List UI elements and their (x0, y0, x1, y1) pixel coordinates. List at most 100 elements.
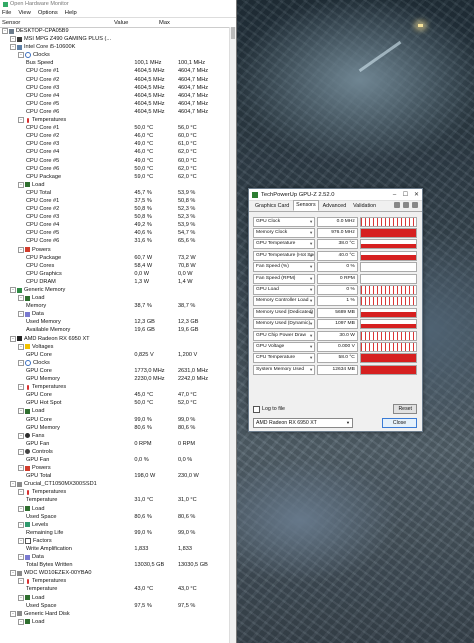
sensor-row[interactable]: GPU Core 1773,0 MHz 2631,0 MHz (0, 367, 236, 375)
sensor-row[interactable]: CPU Core #4 4604,5 MHz 4604,7 MHz (0, 92, 236, 100)
collapse-toggle-icon[interactable]: − (18, 578, 24, 585)
sensor-row[interactable]: GPU Hot Spot 50,0 °C 52,0 °C (0, 399, 236, 407)
tree-node-row[interactable]: − Load (0, 181, 236, 189)
tree-node-row[interactable]: − Load (0, 294, 236, 302)
collapse-toggle-icon[interactable]: − (18, 384, 24, 391)
collapse-toggle-icon[interactable]: − (18, 594, 24, 601)
tree-node-row[interactable]: − Load (0, 407, 236, 415)
sensor-row[interactable]: GPU Core 99,0 % 99,0 % (0, 416, 236, 424)
gpuz-sensor-name-select[interactable]: Memory Used (Dedicated) ▼ (253, 307, 316, 318)
sensor-tree[interactable]: − DESKTOP-CPA05B9− MSI MPG Z490 GAMING PLU… (0, 27, 236, 626)
sensor-row[interactable]: Bus Speed 100,1 MHz 100,1 MHz (0, 59, 236, 67)
sensor-row[interactable]: CPU Core #5 4604,5 MHz 4604,7 MHz (0, 100, 236, 108)
tree-node-row[interactable]: − Temperatures (0, 116, 236, 124)
gpuz-sensor-name-select[interactable]: Memory Clock ▼ (253, 228, 316, 239)
sensor-row[interactable]: CPU Core #2 4604,5 MHz 4604,7 MHz (0, 76, 236, 84)
open-hardware-monitor-window[interactable]: Open Hardware Monitor File View Options … (0, 0, 237, 643)
sensor-row[interactable]: CPU Core #5 49,0 °C 60,0 °C (0, 157, 236, 165)
tree-node-row[interactable]: − Intel Core i5-10600K (0, 43, 236, 51)
sensor-row[interactable]: Remaining Life 99,0 % 99,0 % (0, 529, 236, 537)
collapse-toggle-icon[interactable]: − (18, 521, 24, 528)
column-header-sensor[interactable]: Sensor (0, 20, 114, 26)
collapse-toggle-icon[interactable]: − (18, 246, 24, 253)
column-header-value[interactable]: Value (114, 20, 159, 26)
sensor-row[interactable]: GPU Core 0,825 V 1,200 V (0, 351, 236, 359)
sensor-row[interactable]: Memory 38,7 % 38,7 % (0, 302, 236, 310)
sensor-row[interactable]: Used Memory 12,3 GB 12,3 GB (0, 318, 236, 326)
sensor-row[interactable]: CPU Core #5 40,6 % 54,7 % (0, 229, 236, 237)
tree-node-row[interactable]: − Clocks (0, 51, 236, 59)
sensor-row[interactable]: CPU Total 45,7 % 53,9 % (0, 189, 236, 197)
collapse-toggle-icon[interactable]: − (18, 408, 24, 415)
sensor-row[interactable]: GPU Fan 0,0 % 0,0 % (0, 456, 236, 464)
tree-node-row[interactable]: − Temperatures (0, 488, 236, 496)
ohm-scrollbar[interactable] (229, 27, 236, 643)
sensor-row[interactable]: Write Amplification 1,833 1,833 (0, 545, 236, 553)
collapse-toggle-icon[interactable]: − (18, 505, 24, 512)
refresh-icon[interactable] (403, 202, 409, 208)
maximize-icon[interactable]: ☐ (400, 191, 411, 198)
sensor-row[interactable]: CPU Core #3 50,8 % 52,3 % (0, 213, 236, 221)
sensor-row[interactable]: CPU Core #4 49,2 % 53,9 % (0, 221, 236, 229)
sensor-row[interactable]: CPU Core #4 46,0 °C 62,0 °C (0, 148, 236, 156)
gpuz-sensor-name-select[interactable]: Memory Controller Load ▼ (253, 296, 316, 307)
tree-node-row[interactable]: − Generic Memory (0, 286, 236, 294)
sensor-row[interactable]: Total Bytes Written 13030,5 GB 13030,5 GB (0, 561, 236, 569)
collapse-toggle-icon[interactable]: − (18, 554, 24, 561)
gpuz-sensor-name-select[interactable]: Fan Speed (%) ▼ (253, 262, 316, 273)
sensor-row[interactable]: CPU Package 59,0 °C 62,0 °C (0, 173, 236, 181)
collapse-toggle-icon[interactable]: − (18, 489, 24, 496)
collapse-toggle-icon[interactable]: − (18, 52, 24, 59)
sensor-row[interactable]: Temperature 43,0 °C 43,0 °C (0, 585, 236, 593)
tree-node-row[interactable]: − Data (0, 310, 236, 318)
sensor-row[interactable]: GPU Core 45,0 °C 47,0 °C (0, 391, 236, 399)
menu-help[interactable]: Help (65, 10, 77, 16)
collapse-toggle-icon[interactable]: − (10, 44, 16, 51)
tree-node-row[interactable]: − Clocks (0, 359, 236, 367)
tree-node-row[interactable]: − Voltages (0, 343, 236, 351)
menu-icon[interactable] (412, 202, 418, 208)
sensor-row[interactable]: CPU Core #6 31,6 % 65,6 % (0, 237, 236, 245)
sensor-row[interactable]: GPU Memory 2230,0 MHz 2242,0 MHz (0, 375, 236, 383)
sensor-row[interactable]: CPU Core #2 46,0 °C 60,0 °C (0, 132, 236, 140)
gpuz-sensor-name-select[interactable]: GPU Clock ▼ (253, 216, 316, 227)
sensor-row[interactable]: CPU Graphics 0,0 W 0,0 W (0, 270, 236, 278)
sensor-row[interactable]: GPU Fan 0 RPM 0 RPM (0, 440, 236, 448)
sensor-row[interactable]: CPU Cores 58,4 W 70,8 W (0, 262, 236, 270)
sensor-row[interactable]: CPU Core #1 4604,5 MHz 4604,7 MHz (0, 67, 236, 75)
sensor-row[interactable]: CPU Core #2 50,8 % 52,3 % (0, 205, 236, 213)
collapse-toggle-icon[interactable]: − (10, 36, 16, 43)
gpuz-sensor-name-select[interactable]: GPU Temperature ▼ (253, 239, 316, 250)
tree-node-row[interactable]: − MSI MPG Z490 GAMING PLUS (... (0, 35, 236, 43)
ohm-scroll-thumb[interactable] (231, 27, 235, 39)
tree-node-row[interactable]: − Generic Hard Disk (0, 610, 236, 618)
menu-options[interactable]: Options (38, 10, 58, 16)
sensor-row[interactable]: CPU DRAM 1,3 W 1,4 W (0, 278, 236, 286)
reset-button[interactable]: Reset (393, 404, 417, 414)
collapse-toggle-icon[interactable]: − (18, 295, 24, 302)
collapse-toggle-icon[interactable]: − (10, 335, 16, 342)
collapse-toggle-icon[interactable]: − (18, 343, 24, 350)
tree-node-row[interactable]: − Powers (0, 246, 236, 254)
gpuz-sensor-name-select[interactable]: GPU Temperature (Hot Spot) ▼ (253, 250, 316, 261)
gpuz-sensor-name-select[interactable]: CPU Temperature ▼ (253, 353, 316, 364)
collapse-toggle-icon[interactable]: − (18, 465, 24, 472)
gpu-device-select[interactable]: AMD Radeon RX 6950 XT ▼ (253, 418, 353, 428)
sensor-row[interactable]: GPU Total 198,0 W 230,0 W (0, 472, 236, 480)
tab-sensors[interactable]: Sensors (293, 200, 319, 211)
sensor-row[interactable]: Used Space 80,6 % 80,6 % (0, 513, 236, 521)
gpuz-sensor-name-select[interactable]: GPU Chip Power Draw ▼ (253, 330, 316, 341)
collapse-toggle-icon[interactable]: − (18, 432, 24, 439)
collapse-toggle-icon[interactable]: − (10, 287, 16, 294)
close-icon[interactable]: ✕ (411, 191, 422, 198)
sensor-row[interactable]: GPU Memory 80,6 % 80,6 % (0, 424, 236, 432)
sensor-row[interactable]: CPU Core #1 37,5 % 50,8 % (0, 197, 236, 205)
camera-icon[interactable] (394, 202, 400, 208)
tree-node-row[interactable]: − AMD Radeon RX 6950 XT (0, 335, 236, 343)
collapse-toggle-icon[interactable]: − (18, 117, 24, 124)
close-button[interactable]: Close (382, 418, 417, 428)
tree-node-row[interactable]: − WDC WD10EZEX-00YBA0 (0, 569, 236, 577)
tree-node-row[interactable]: − Crucial_CT1050MX300SSD1 (0, 480, 236, 488)
minimize-icon[interactable]: – (389, 192, 400, 198)
log-to-file-checkbox[interactable] (253, 405, 260, 413)
